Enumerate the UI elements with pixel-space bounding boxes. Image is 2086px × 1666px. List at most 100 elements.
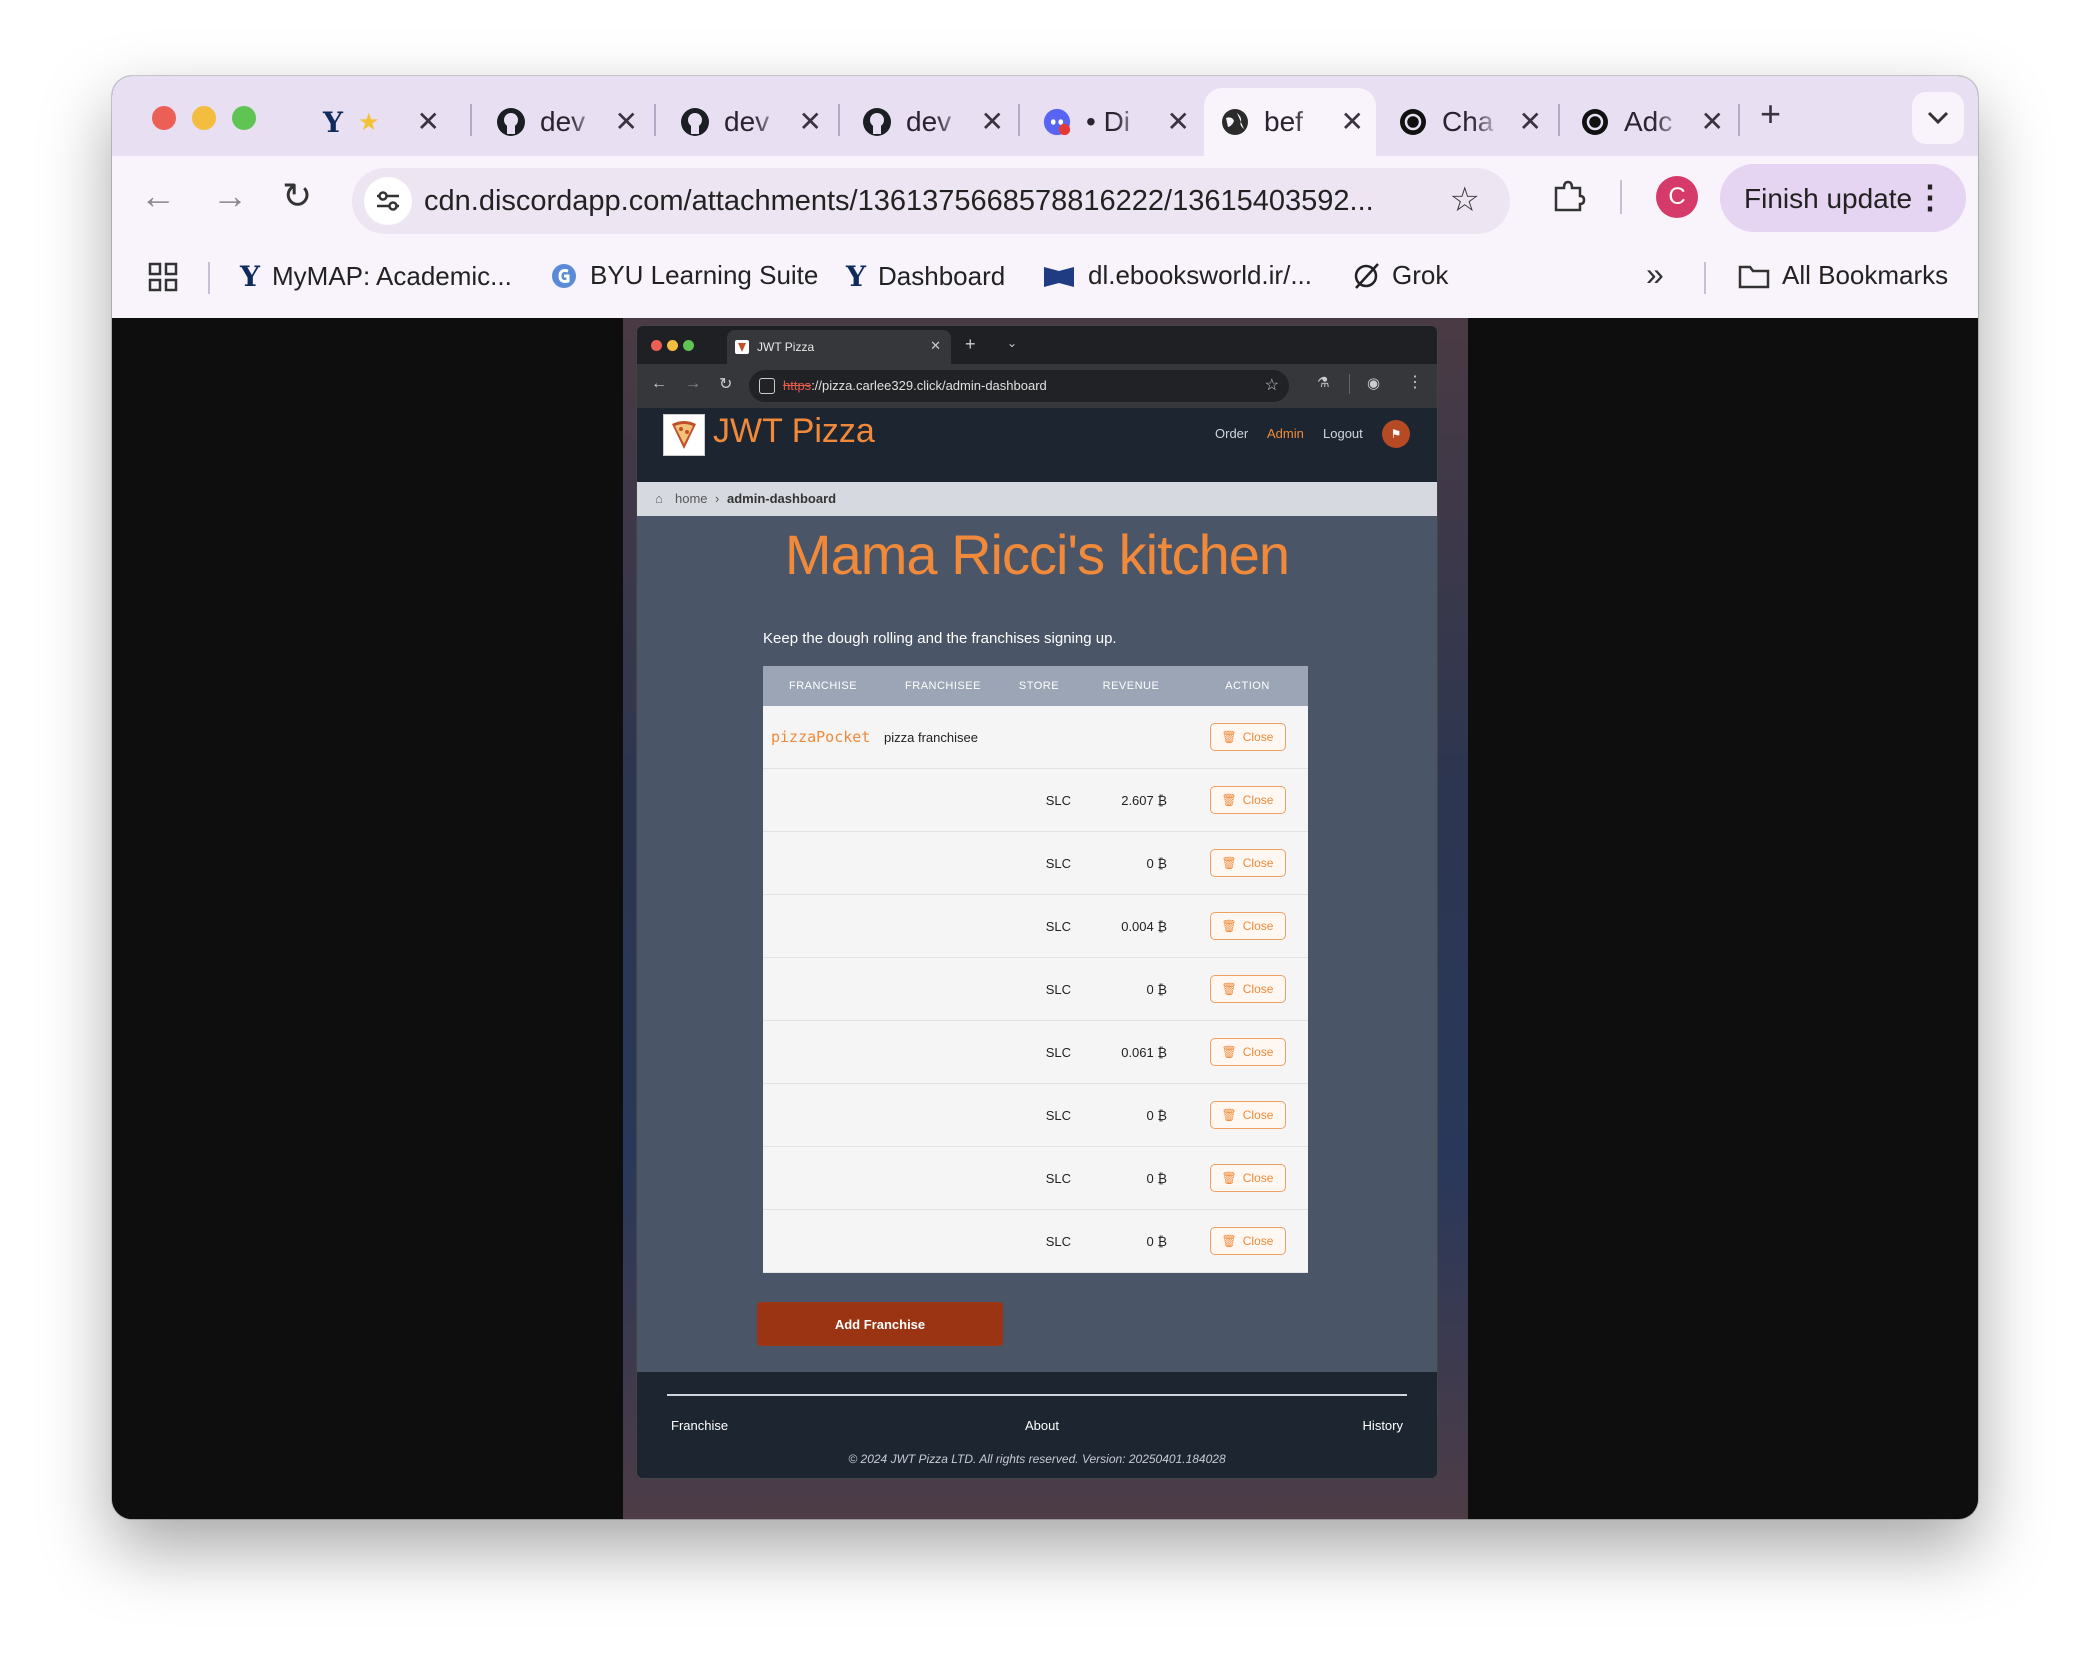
close-store-button[interactable]: 🗑 Close bbox=[1209, 1164, 1286, 1192]
bookmark-ebooksworld[interactable]: dl.ebooksworld.ir/... bbox=[1042, 260, 1312, 291]
breadcrumb: ⌂ home › admin-dashboard bbox=[637, 482, 1437, 516]
tab-7[interactable]: Cha ✕ bbox=[1382, 88, 1554, 156]
learning-suite-icon bbox=[550, 262, 578, 290]
tab-4[interactable]: dev ✕ bbox=[846, 88, 1016, 156]
tab-2[interactable]: dev ✕ bbox=[480, 88, 650, 156]
breadcrumb-home[interactable]: home bbox=[675, 491, 708, 506]
profile-avatar[interactable]: C bbox=[1656, 176, 1698, 218]
close-tab-icon[interactable]: ✕ bbox=[1341, 108, 1364, 136]
page-subtitle: Keep the dough rolling and the franchise… bbox=[763, 630, 1117, 647]
menu-dots-icon: ⋮ bbox=[1914, 179, 1946, 215]
close-tab-icon[interactable]: ✕ bbox=[1519, 108, 1542, 136]
nav-admin[interactable]: Admin bbox=[1267, 426, 1304, 441]
maximize-window-button[interactable] bbox=[232, 106, 256, 130]
reload-icon[interactable]: ↻ bbox=[282, 176, 312, 216]
inner-minimize-button[interactable] bbox=[667, 340, 678, 351]
close-store-button[interactable]: 🗑 Close bbox=[1209, 975, 1286, 1003]
close-store-button[interactable]: 🗑 Close bbox=[1209, 912, 1286, 940]
nav-order[interactable]: Order bbox=[1215, 426, 1248, 441]
extensions-icon[interactable] bbox=[1550, 178, 1586, 214]
store-name: SLC bbox=[1003, 1083, 1075, 1147]
labs-flask-icon[interactable]: ⚗ bbox=[1317, 374, 1330, 391]
store-row: SLC 0.061 ₿ 🗑 Close bbox=[763, 1020, 1308, 1084]
tab-6-active[interactable]: bef ✕ bbox=[1204, 88, 1376, 156]
tab-8[interactable]: Adc ✕ bbox=[1564, 88, 1736, 156]
trash-icon: 🗑 bbox=[1221, 730, 1237, 744]
minimize-window-button[interactable] bbox=[192, 106, 216, 130]
pizza-logo-icon[interactable] bbox=[663, 414, 705, 456]
inner-tab[interactable]: JWT Pizza ✕ bbox=[727, 330, 951, 364]
close-store-button[interactable]: 🗑 Close bbox=[1209, 1101, 1286, 1129]
footer-link-about[interactable]: About bbox=[1025, 1418, 1059, 1433]
store-revenue: 0 ₿ bbox=[1075, 1209, 1187, 1273]
franchise-name: pizzaPocket bbox=[763, 706, 883, 769]
finish-update-button[interactable]: Finish update ⋮ bbox=[1720, 164, 1966, 232]
close-franchise-button[interactable]: 🗑 Close bbox=[1209, 723, 1286, 751]
close-tab-icon[interactable]: ✕ bbox=[799, 108, 822, 136]
forward-icon[interactable]: → bbox=[685, 375, 701, 393]
close-store-button[interactable]: 🗑 Close bbox=[1209, 786, 1286, 814]
user-avatar-icon[interactable]: ⚑ bbox=[1382, 420, 1410, 448]
inner-maximize-button[interactable] bbox=[683, 340, 694, 351]
close-tab-icon[interactable]: ✕ bbox=[417, 108, 440, 136]
bookmark-star-icon[interactable]: ☆ bbox=[1265, 375, 1279, 395]
new-tab-icon[interactable]: + bbox=[965, 334, 976, 355]
forward-icon[interactable]: → bbox=[212, 176, 248, 216]
back-icon[interactable]: ← bbox=[140, 176, 176, 216]
tab-1[interactable]: Y ★ ✕ bbox=[302, 88, 452, 156]
bookmark-star-icon[interactable]: ☆ bbox=[1450, 180, 1480, 220]
close-window-button[interactable] bbox=[152, 106, 176, 130]
store-revenue: 0.004 ₿ bbox=[1075, 894, 1187, 958]
profile-icon[interactable]: ◉ bbox=[1367, 374, 1380, 392]
franchisee-name: pizza franchisee bbox=[883, 706, 1003, 769]
menu-dots-icon[interactable]: ⋮ bbox=[1407, 372, 1423, 392]
store-row: SLC 0.004 ₿ 🗑 Close bbox=[763, 894, 1308, 958]
brand-name[interactable]: JWT Pizza bbox=[713, 412, 875, 451]
bookmark-dashboard[interactable]: Y Dashboard bbox=[846, 260, 1005, 293]
footer-link-history[interactable]: History bbox=[1363, 1418, 1403, 1433]
close-tab-icon[interactable]: ✕ bbox=[615, 108, 638, 136]
inner-tab-title: JWT Pizza bbox=[757, 340, 815, 354]
footer-link-franchise[interactable]: Franchise bbox=[671, 1418, 728, 1433]
more-bookmarks-icon[interactable]: » bbox=[1646, 256, 1664, 293]
new-tab-icon[interactable]: + bbox=[1760, 96, 1781, 132]
bookmark-grok[interactable]: Grok bbox=[1352, 260, 1448, 291]
reload-icon[interactable]: ↻ bbox=[719, 374, 732, 394]
close-tab-icon[interactable]: ✕ bbox=[1167, 108, 1190, 136]
discord-icon bbox=[1042, 107, 1072, 137]
close-tab-icon[interactable]: ✕ bbox=[1701, 108, 1724, 136]
store-name: SLC bbox=[1003, 957, 1075, 1021]
close-store-button[interactable]: 🗑 Close bbox=[1209, 1038, 1286, 1066]
breadcrumb-separator-icon: › bbox=[715, 491, 720, 506]
back-icon[interactable]: ← bbox=[651, 375, 667, 393]
trash-icon: 🗑 bbox=[1221, 856, 1237, 870]
bookmark-learning-suite[interactable]: BYU Learning Suite bbox=[550, 260, 818, 291]
close-store-button[interactable]: 🗑 Close bbox=[1209, 849, 1286, 877]
close-tab-icon[interactable]: ✕ bbox=[930, 338, 941, 354]
url-text[interactable]: cdn.discordapp.com/attachments/136137566… bbox=[424, 185, 1374, 218]
add-franchise-button[interactable]: Add Franchise bbox=[757, 1302, 1003, 1346]
close-store-button[interactable]: 🗑 Close bbox=[1209, 1227, 1286, 1255]
breadcrumb-current: admin-dashboard bbox=[727, 491, 837, 506]
tab-strip: Y ★ ✕ dev ✕ dev ✕ dev ✕ • Di ✕ bef ✕ Cha… bbox=[112, 76, 1978, 156]
app-footer: Franchise About History © 2024 JWT Pizza… bbox=[637, 1372, 1437, 1478]
inner-close-button[interactable] bbox=[651, 340, 662, 351]
all-bookmarks-button[interactable]: All Bookmarks bbox=[1738, 260, 1948, 291]
close-tab-icon[interactable]: ✕ bbox=[981, 108, 1004, 136]
chevron-down-icon[interactable]: ⌄ bbox=[1007, 336, 1017, 350]
store-revenue: 0 ₿ bbox=[1075, 1146, 1187, 1210]
bookmark-mymap[interactable]: Y MyMAP: Academic... bbox=[240, 260, 512, 293]
nav-logout[interactable]: Logout bbox=[1323, 426, 1363, 441]
inner-url-field[interactable]: https://pizza.carlee329.click/admin-dash… bbox=[749, 370, 1289, 402]
franchise-row: pizzaPocket pizza franchisee 🗑 Close bbox=[763, 706, 1308, 769]
tab-3[interactable]: dev ✕ bbox=[664, 88, 834, 156]
tab-5[interactable]: • Di ✕ bbox=[1026, 88, 1202, 156]
address-bar[interactable]: cdn.discordapp.com/attachments/136137566… bbox=[352, 168, 1510, 234]
store-name: SLC bbox=[1003, 831, 1075, 895]
github-icon bbox=[862, 107, 892, 137]
store-name: SLC bbox=[1003, 1020, 1075, 1084]
apps-grid-icon[interactable] bbox=[148, 262, 178, 297]
site-settings-icon[interactable] bbox=[364, 177, 412, 225]
tab-search-button[interactable] bbox=[1912, 92, 1964, 144]
column-header-franchise: FRANCHISE bbox=[763, 666, 883, 706]
